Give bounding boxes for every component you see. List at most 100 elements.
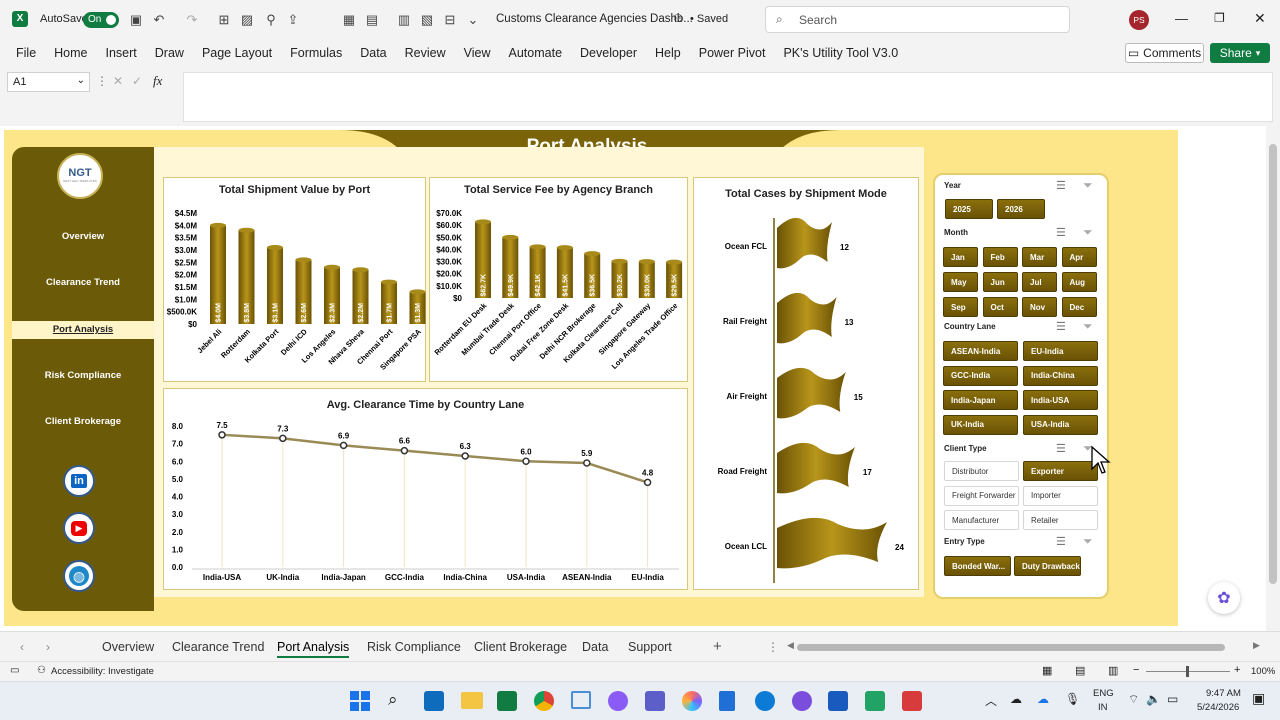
- cloud-icon[interactable]: ☁: [1010, 692, 1022, 706]
- onedrive-icon[interactable]: ☁: [1037, 692, 1049, 706]
- calc-icon[interactable]: ▥: [395, 11, 413, 29]
- slicer-item[interactable]: Freight Forwarder: [944, 485, 1019, 506]
- slicer-item[interactable]: Nov: [1022, 297, 1057, 317]
- chevron-up-icon[interactable]: ︿: [985, 692, 997, 709]
- slicer-item[interactable]: Sep: [943, 297, 978, 317]
- share-button[interactable]: Share ▾: [1210, 43, 1270, 63]
- volume-icon[interactable]: 🔈: [1146, 692, 1161, 706]
- document-title[interactable]: Customs Clearance Agencies Dashb...: [496, 13, 693, 25]
- add-sheet-icon[interactable]: +: [713, 638, 722, 655]
- nav-port-analysis[interactable]: Port Analysis: [12, 321, 154, 339]
- data-point[interactable]: [400, 446, 409, 455]
- formula-input[interactable]: [183, 72, 1273, 122]
- page-layout-icon[interactable]: ▤: [1075, 664, 1085, 677]
- flag-bar[interactable]: [777, 217, 832, 269]
- slicer-item[interactable]: India-USA: [1023, 390, 1098, 410]
- sheet-tab-overview[interactable]: Overview: [102, 640, 154, 654]
- ribbon-tab-developer[interactable]: Developer: [571, 40, 646, 66]
- linkedin-icon[interactable]: in: [63, 465, 95, 497]
- slicer-item[interactable]: Distributor: [944, 461, 1019, 481]
- flag-bar[interactable]: [777, 442, 855, 494]
- multi-select-icon[interactable]: ☰: [1056, 226, 1066, 239]
- slicer-item[interactable]: Importer: [1023, 485, 1098, 506]
- slicer-item[interactable]: Jul: [1022, 272, 1057, 292]
- slicer-item[interactable]: Dec: [1061, 297, 1097, 317]
- close-icon[interactable]: ✕: [1254, 10, 1266, 27]
- slicer-item[interactable]: Jan: [943, 247, 978, 267]
- ribbon-tab-home[interactable]: Home: [45, 40, 96, 66]
- ribbon-tab-page-layout[interactable]: Page Layout: [193, 40, 281, 66]
- enter-icon[interactable]: ✓: [132, 74, 142, 88]
- flag-bar[interactable]: [777, 367, 846, 419]
- ribbon-tab-automate[interactable]: Automate: [500, 40, 572, 66]
- accessibility-status[interactable]: Accessibility: Investigate: [51, 666, 154, 677]
- ribbon-tab-help[interactable]: Help: [646, 40, 690, 66]
- sheet-tab-port-analysis[interactable]: Port Analysis: [277, 640, 350, 658]
- app4-icon[interactable]: [902, 691, 922, 711]
- ribbon-tab-review[interactable]: Review: [396, 40, 455, 66]
- slicer-item[interactable]: India-China: [1023, 365, 1098, 386]
- multi-select-icon[interactable]: ☰: [1056, 320, 1066, 333]
- clock-time[interactable]: 9:47 AM: [1206, 688, 1241, 699]
- edge-icon[interactable]: [755, 691, 775, 711]
- data-point[interactable]: [522, 457, 530, 465]
- slicer-item[interactable]: 2026: [997, 199, 1045, 219]
- options-icon[interactable]: ⋮: [767, 640, 779, 654]
- slicer-item[interactable]: Oct: [982, 297, 1018, 317]
- scroll-left-icon[interactable]: ‹: [20, 640, 24, 654]
- wifi-icon[interactable]: ⌔: [1128, 692, 1139, 707]
- notepad-icon[interactable]: [719, 691, 735, 711]
- app2-icon[interactable]: [792, 691, 812, 711]
- page-break-icon[interactable]: ▥: [1108, 664, 1118, 677]
- globe-icon[interactable]: ◍: [63, 560, 95, 592]
- zoom-in-icon[interactable]: +: [1234, 664, 1240, 676]
- ribbon-tab-draw[interactable]: Draw: [146, 40, 193, 66]
- slicer-item[interactable]: Manufacturer: [944, 510, 1019, 530]
- slicer-item[interactable]: May: [943, 272, 978, 292]
- ribbon-tab-file[interactable]: File: [0, 40, 45, 66]
- battery-icon[interactable]: ▭: [1167, 692, 1178, 706]
- notification-icon[interactable]: ▣: [1252, 690, 1265, 707]
- filter-icon[interactable]: ⚲: [262, 11, 280, 29]
- chrome-icon[interactable]: [534, 691, 554, 711]
- minimize-icon[interactable]: —: [1175, 11, 1188, 26]
- search-icon[interactable]: ⌕: [388, 690, 398, 710]
- name-box[interactable]: A1 ⌄: [7, 72, 90, 92]
- data-point[interactable]: [218, 431, 226, 439]
- vertical-scrollbar[interactable]: [1266, 126, 1280, 631]
- scroll-left-arrow-icon[interactable]: ◀: [787, 640, 794, 651]
- scroll-right-icon[interactable]: ›: [46, 640, 50, 654]
- app-icon[interactable]: [608, 691, 628, 711]
- clock-date[interactable]: 5/24/2026: [1197, 702, 1239, 713]
- sheet-tab-risk-compliance[interactable]: Risk Compliance: [367, 640, 461, 654]
- youtube-icon[interactable]: ▶: [63, 512, 95, 544]
- multi-select-icon[interactable]: ☰: [1056, 179, 1066, 192]
- ribbon-tab-data[interactable]: Data: [351, 40, 395, 66]
- sheet-tab-client-brokerage[interactable]: Client Brokerage: [474, 640, 567, 654]
- remote-desktop-icon[interactable]: [571, 691, 591, 709]
- grid-icon[interactable]: ▤: [363, 11, 381, 29]
- redo-icon[interactable]: ↷: [183, 11, 201, 29]
- data-point[interactable]: [583, 459, 591, 467]
- slicer-item[interactable]: Feb: [982, 247, 1018, 267]
- table-icon[interactable]: ▦: [340, 11, 358, 29]
- zoom-level[interactable]: 100%: [1251, 666, 1275, 677]
- outlook-icon[interactable]: [424, 691, 444, 711]
- zoom-slider[interactable]: [1146, 666, 1230, 677]
- nav-client-brokerage[interactable]: Client Brokerage: [12, 413, 154, 431]
- copilot-taskbar-icon[interactable]: [682, 691, 702, 711]
- sheet-tab-clearance-trend[interactable]: Clearance Trend: [172, 640, 264, 654]
- share-icon[interactable]: ⇪: [284, 11, 302, 29]
- language-region[interactable]: IN: [1098, 702, 1108, 713]
- search-box[interactable]: ⌕ Search: [765, 6, 1070, 33]
- file-explorer-icon[interactable]: [461, 692, 483, 709]
- scroll-right-arrow-icon[interactable]: ▶: [1253, 640, 1260, 651]
- function-icon[interactable]: fx: [153, 73, 162, 89]
- flag-bar[interactable]: [777, 517, 887, 569]
- slicer-item[interactable]: India-Japan: [943, 390, 1018, 410]
- sheet-tab-support[interactable]: Support: [628, 640, 672, 654]
- more-icon[interactable]: ⌄: [464, 11, 482, 29]
- multi-select-icon[interactable]: ☰: [1056, 442, 1066, 455]
- restore-icon[interactable]: ❐: [1214, 11, 1225, 25]
- ribbon-tab-pk-s-utility-tool-v3-0[interactable]: PK's Utility Tool V3.0: [774, 40, 907, 66]
